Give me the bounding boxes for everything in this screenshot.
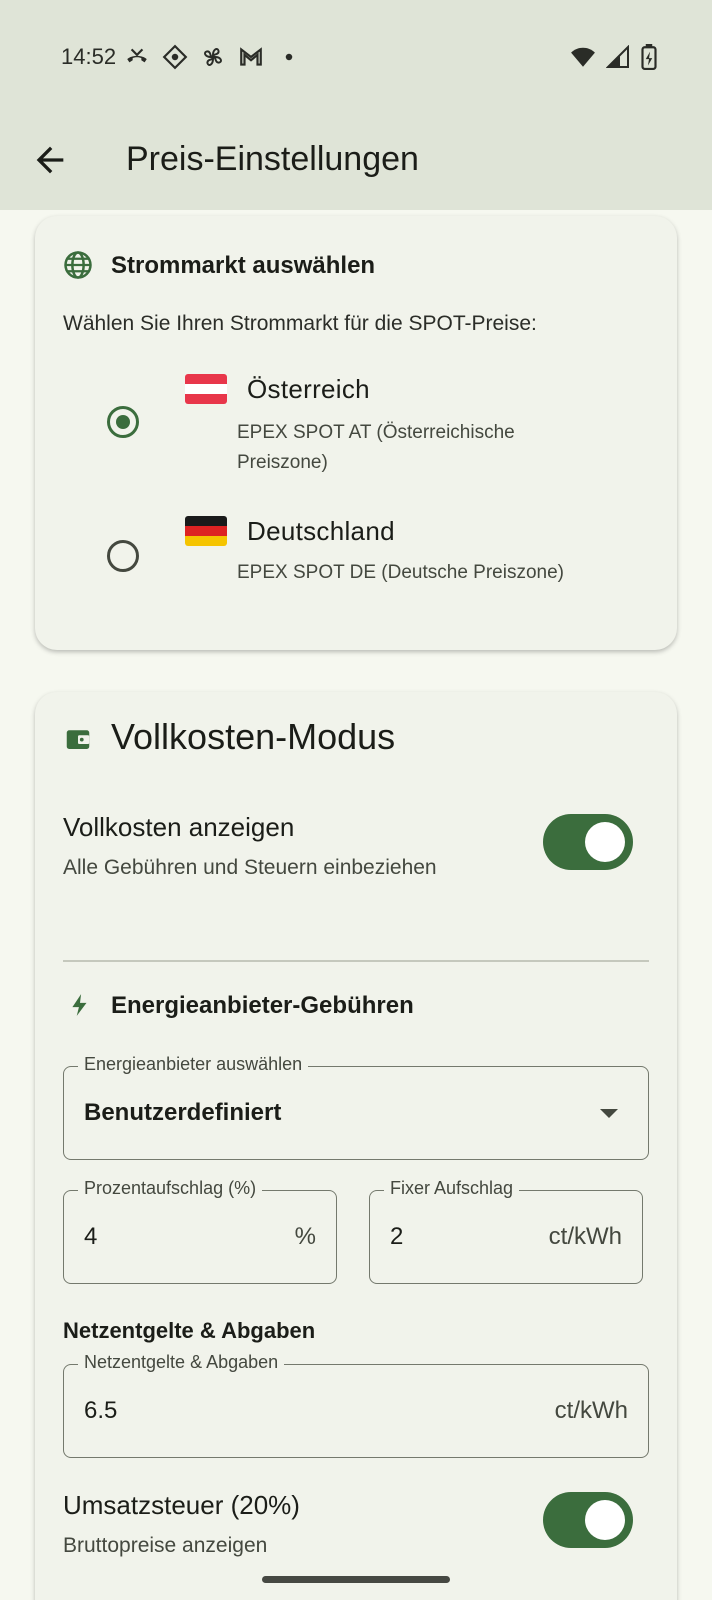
- page-title: Preis-Einstellungen: [126, 140, 419, 178]
- radio-austria[interactable]: [107, 406, 139, 438]
- option-name: Deutschland: [247, 516, 395, 546]
- divider: [63, 960, 649, 962]
- fixed-markup-label: Fixer Aufschlag: [384, 1178, 520, 1199]
- grid-fees-label: Netzentgelte & Abgaben: [78, 1352, 285, 1373]
- grid-fees-input[interactable]: Netzentgelte & Abgaben 6.5 ct/kWh: [63, 1352, 649, 1458]
- market-description: Wählen Sie Ihren Strommarkt für die SPOT…: [63, 312, 537, 335]
- austria-flag: [185, 374, 227, 404]
- vat-switch[interactable]: [543, 1492, 633, 1548]
- percent-markup-input[interactable]: Prozentaufschlag (%) 4 %: [63, 1178, 337, 1284]
- battery-charging-icon: [640, 44, 658, 75]
- fixed-markup-suffix: ct/kWh: [548, 1223, 622, 1250]
- globe-icon: [63, 250, 93, 280]
- germany-flag: [185, 516, 227, 546]
- percent-markup-value: 4: [84, 1223, 98, 1250]
- toggle-sublabel: Bruttopreise anzeigen: [63, 1534, 268, 1557]
- option-name: Österreich: [247, 374, 370, 404]
- provider-select-label: Energieanbieter auswählen: [78, 1054, 309, 1075]
- arrow-back-icon: [36, 146, 64, 174]
- provider-section-title: Energieanbieter-Gebühren: [111, 992, 414, 1019]
- fullcost-switch[interactable]: [543, 814, 633, 870]
- vpn-diamond-icon: [162, 44, 188, 70]
- percent-markup-label: Prozentaufschlag (%): [78, 1178, 263, 1199]
- signal-icon: [605, 44, 630, 74]
- grid-section-title: Netzentgelte & Abgaben: [63, 1318, 316, 1343]
- radio-germany[interactable]: [107, 540, 139, 572]
- back-button[interactable]: [30, 140, 70, 180]
- market-option-austria[interactable]: Österreich EPEX SPOT AT (Österreichische…: [95, 364, 655, 484]
- home-indicator[interactable]: [262, 1576, 450, 1583]
- toggle-sublabel: Alle Gebühren und Steuern einbeziehen: [63, 856, 437, 879]
- bolt-icon: [67, 990, 93, 1020]
- status-time: 14:52: [61, 44, 117, 69]
- provider-select[interactable]: Energieanbieter auswählen Benutzerdefini…: [63, 1054, 649, 1160]
- option-subtitle: EPEX SPOT AT (Österreichische Preiszone): [237, 422, 515, 473]
- fan-icon: [200, 44, 226, 70]
- toggle-label: Vollkosten anzeigen: [63, 812, 295, 842]
- fullcost-title: Vollkosten-Modus: [111, 716, 396, 757]
- fixed-markup-input[interactable]: Fixer Aufschlag 2 ct/kWh: [369, 1178, 643, 1284]
- vat-toggle-row[interactable]: Umsatzsteuer (20%) Bruttopreise anzeigen: [63, 1490, 649, 1570]
- provider-select-value: Benutzerdefiniert: [84, 1099, 282, 1126]
- fixed-markup-value: 2: [390, 1223, 404, 1250]
- wifi-icon: [570, 44, 596, 75]
- dropdown-arrow-icon: [600, 1109, 618, 1118]
- percent-markup-suffix: %: [294, 1223, 316, 1250]
- option-subtitle: EPEX SPOT DE (Deutsche Preiszone): [237, 562, 564, 583]
- fullcost-card: Vollkosten-Modus Vollkosten anzeigen All…: [35, 692, 677, 1600]
- market-title: Strommarkt auswählen: [111, 252, 376, 279]
- market-card: Strommarkt auswählen Wählen Sie Ihren St…: [35, 216, 677, 650]
- toggle-label: Umsatzsteuer (20%): [63, 1490, 300, 1520]
- market-option-germany[interactable]: Deutschland EPEX SPOT DE (Deutsche Preis…: [95, 506, 655, 606]
- dot-icon: [276, 44, 302, 70]
- grid-fees-value: 6.5: [84, 1397, 118, 1424]
- grid-fees-suffix: ct/kWh: [554, 1397, 628, 1424]
- wallet-icon: [63, 724, 93, 754]
- missed-call-icon: [124, 44, 150, 70]
- fullcost-toggle-row[interactable]: Vollkosten anzeigen Alle Gebühren und St…: [63, 812, 649, 892]
- app-bar: Preis-Einstellungen: [0, 110, 712, 210]
- status-bar: 14:52: [0, 0, 712, 110]
- gmail-icon: [238, 44, 264, 70]
